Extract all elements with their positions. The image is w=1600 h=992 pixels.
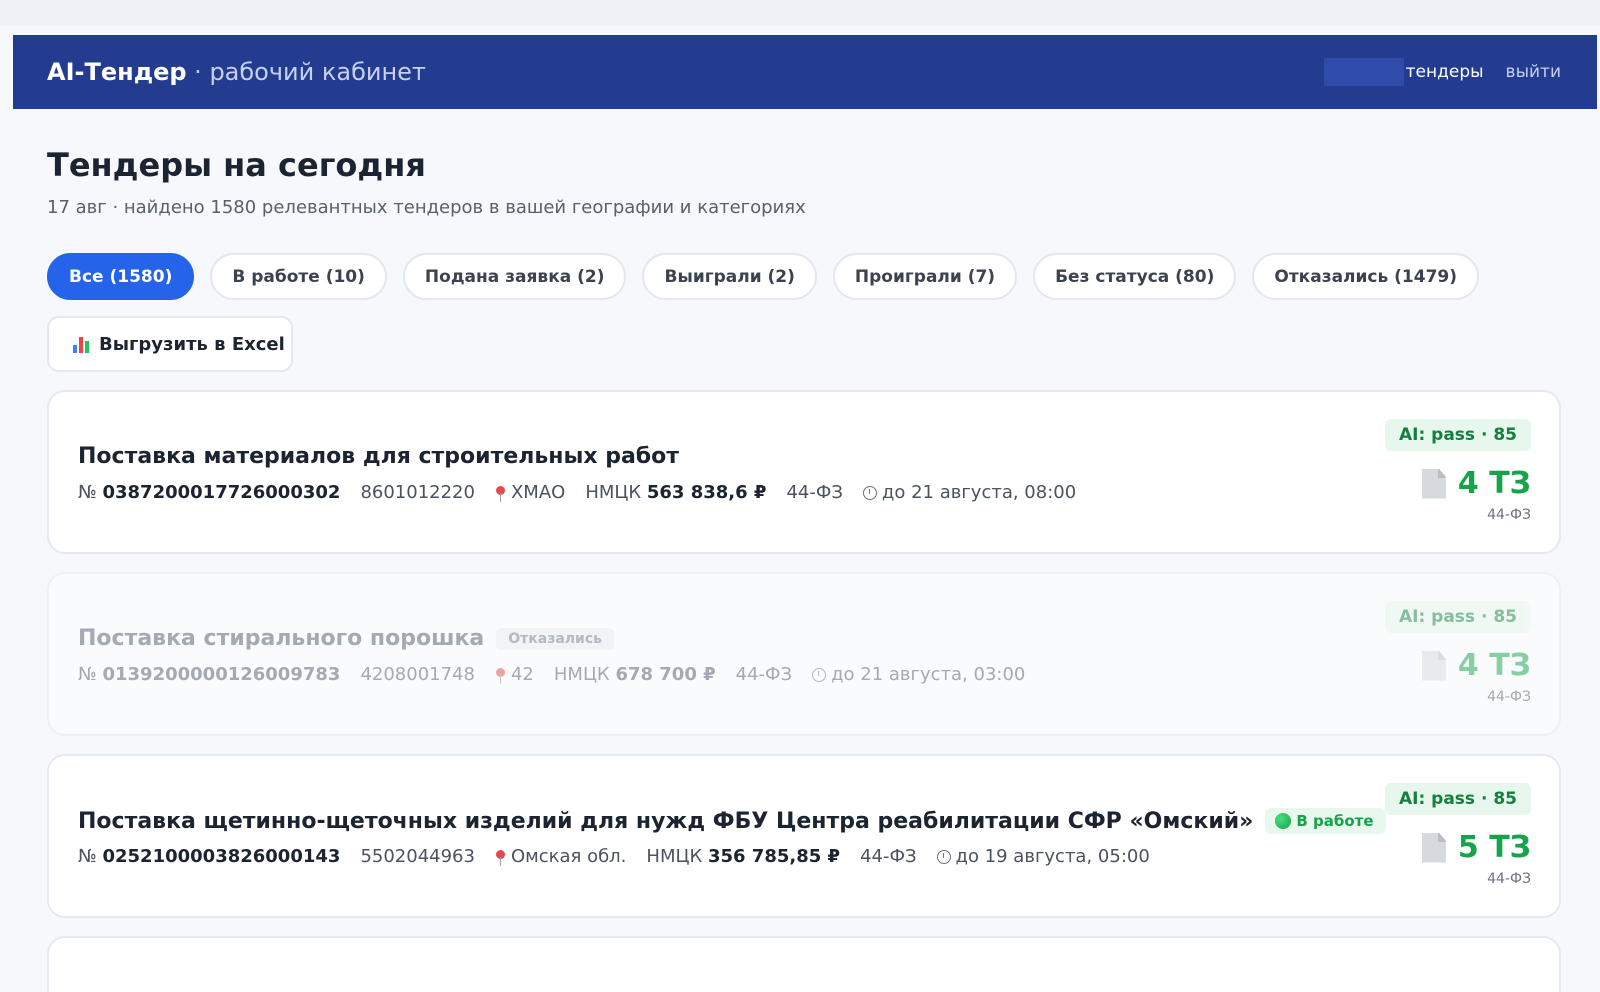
status-badge-label: В работе [1296,812,1374,830]
nav-tenders-link[interactable]: тендеры [1406,62,1484,82]
tender-number-prefix: № [78,846,97,867]
tender-nmck-label: НМЦК [553,664,610,685]
export-excel-label: Выгрузить в Excel [99,333,285,355]
tender-title[interactable]: Поставка щетинно-щеточных изделий для ну… [78,809,1253,834]
tender-number: 0139200000126009783 [102,664,341,685]
location-pin-icon [495,849,505,866]
green-dot-icon [1275,813,1292,829]
nav-active-highlight [1323,58,1404,86]
tender-title[interactable]: Поставка стирального порошка [78,626,484,651]
ai-score-badge: AI: pass · 85 [1384,783,1531,815]
status-badge-in-work: В работе [1265,808,1386,834]
tender-nmck: 678 700 ₽ [615,664,716,685]
status-filter-bar: Все (1580) В работе (10) Подана заявка (… [47,253,1480,300]
tender-law: 44-ФЗ [735,664,793,685]
ai-score-badge: AI: pass · 85 [1384,601,1531,633]
tender-title-row: Поставка стирального порошка Отказались [78,626,615,651]
export-excel-button[interactable]: Выгрузить в Excel [47,316,293,372]
tender-meta: № 0252100003826000143 5502044963 Омская … [78,846,1150,867]
tender-number: 0252100003826000143 [102,846,341,867]
filter-lost[interactable]: Проиграли (7) [832,253,1018,300]
header-nav: тендеры выйти [1323,58,1561,86]
tender-card-partial[interactable] [47,936,1561,992]
document-icon [1421,468,1446,499]
filter-all[interactable]: Все (1580) [47,253,195,300]
clock-icon [862,485,877,500]
filter-won[interactable]: Выиграли (2) [642,253,817,300]
browser-top-strip [0,0,1600,26]
tender-inn: 8601012220 [360,482,475,503]
tender-nmck: 563 838,6 ₽ [646,482,767,503]
location-pin-icon [495,485,505,502]
filter-applied[interactable]: Подана заявка (2) [402,253,627,300]
tender-law: 44-ФЗ [786,482,843,503]
location-pin-icon [495,667,505,684]
tender-meta: № 0387200017726000302 8601012220 ХМАО НМ… [78,482,1076,503]
tender-nmck-label: НМЦК [646,846,703,867]
filter-in-work[interactable]: В работе (10) [210,253,387,300]
tender-card[interactable]: Поставка стирального порошка Отказались … [47,572,1561,736]
tz-count: 4 ТЗ [1457,648,1531,683]
filter-no-status[interactable]: Без статуса (80) [1033,253,1237,300]
status-badge-rejected: Отказались [496,627,615,650]
tender-region: ХМАО [510,482,566,503]
bar-chart-icon [73,335,91,353]
tender-inn: 4208001748 [360,664,475,685]
tender-title[interactable]: Поставка материалов для строительных раб… [78,444,679,469]
brand-name: AI-Тендер [47,58,187,86]
tender-number-prefix: № [78,482,97,503]
app-header: AI-Тендер · рабочий кабинет тендеры выйт… [13,35,1597,109]
clock-icon [936,849,951,864]
tender-number-prefix: № [78,664,97,685]
tender-region: Омская обл. [510,846,627,867]
tender-nmck: 356 785,85 ₽ [707,846,841,867]
tender-deadline: до 21 августа, 08:00 [881,482,1077,503]
brand-logo[interactable]: AI-Тендер · рабочий кабинет [47,58,426,86]
tz-documents[interactable]: 4 ТЗ [1421,466,1531,501]
tender-card[interactable]: Поставка материалов для строительных раб… [47,390,1561,554]
page-subtitle: 17 авг · найдено 1580 релевантных тендер… [47,197,806,218]
tender-inn: 5502044963 [360,846,475,867]
tz-documents[interactable]: 5 ТЗ [1421,830,1531,865]
tender-deadline: до 19 августа, 05:00 [955,846,1150,867]
tender-region: 42 [510,664,534,685]
tender-nmck-label: НМЦК [585,482,642,503]
tender-title-row: Поставка щетинно-щеточных изделий для ну… [78,808,1386,834]
tz-documents[interactable]: 4 ТЗ [1421,648,1531,683]
document-icon [1421,650,1446,681]
tz-count: 4 ТЗ [1457,466,1531,501]
tender-card[interactable]: Поставка щетинно-щеточных изделий для ну… [47,754,1561,918]
clock-icon [812,667,827,682]
tender-number: 0387200017726000302 [102,482,341,503]
ai-score-badge: AI: pass · 85 [1384,419,1531,451]
document-icon [1421,832,1446,863]
brand-subtitle: рабочий кабинет [209,58,426,86]
tz-law: 44-ФЗ [1487,871,1531,887]
tz-law: 44-ФЗ [1487,507,1531,523]
tender-deadline: до 21 августа, 03:00 [831,664,1026,685]
tz-count: 5 ТЗ [1457,830,1531,865]
tender-law: 44-ФЗ [860,846,917,867]
brand-separator: · [186,58,210,86]
page-title: Тендеры на сегодня [47,146,426,184]
tz-law: 44-ФЗ [1487,689,1531,705]
nav-exit-link[interactable]: выйти [1506,62,1561,82]
tender-title-row: Поставка материалов для строительных раб… [78,444,679,469]
filter-rejected[interactable]: Отказались (1479) [1252,253,1480,300]
tender-meta: № 0139200000126009783 4208001748 42 НМЦК… [78,664,1025,685]
